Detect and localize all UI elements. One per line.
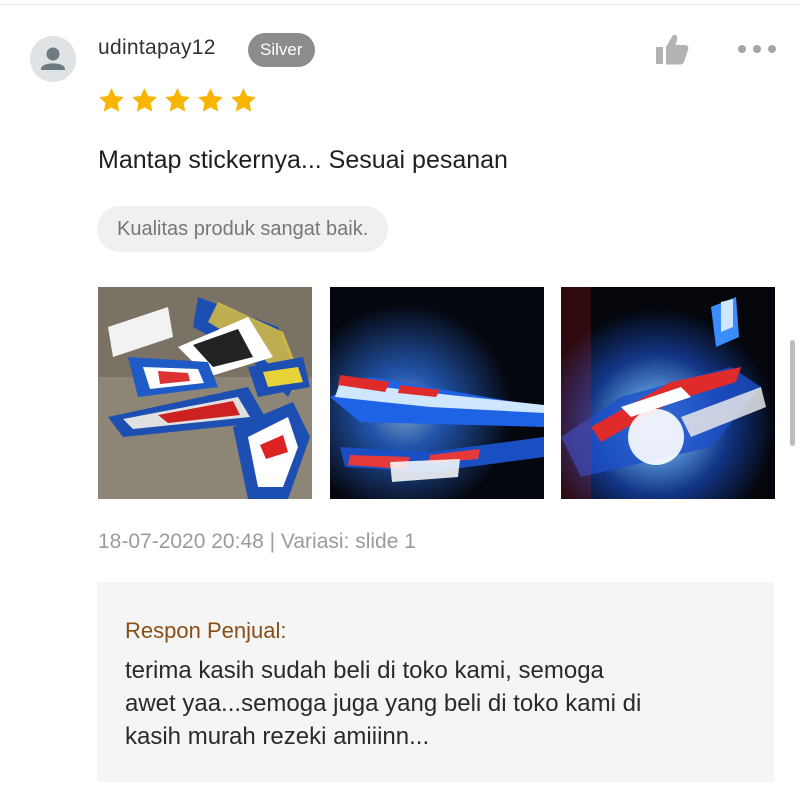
star-icon	[231, 88, 256, 112]
star-rating	[97, 86, 258, 115]
seller-response-label: Respon Penjual:	[125, 618, 287, 643]
seller-response-line: awet yaa...semoga juga yang beli di toko…	[125, 690, 642, 717]
top-divider	[0, 4, 800, 5]
star-icon	[132, 88, 157, 112]
quality-tag: Kualitas produk sangat baik.	[97, 206, 389, 252]
seller-response-line: kasih murah rezeki amiiinn...	[125, 723, 430, 750]
scrollbar[interactable]	[790, 340, 795, 446]
motorbike-lights-photo[interactable]	[330, 287, 544, 499]
star-icon	[165, 88, 190, 112]
membership-badge: Silver	[248, 33, 315, 67]
sticker-sheet-photo[interactable]	[98, 287, 312, 499]
star-icon	[99, 88, 124, 112]
star-icon	[198, 88, 223, 112]
more-options-icon[interactable]	[736, 40, 778, 58]
review-text: Mantap stickernya... Sesuai pesanan	[98, 146, 508, 174]
seller-response-text: terima kasih sudah beli di toko kami, se…	[125, 654, 755, 753]
motorbike-front-photo[interactable]	[561, 287, 775, 499]
seller-response-line: terima kasih sudah beli di toko kami, se…	[125, 657, 604, 684]
thumbs-up-icon[interactable]	[654, 32, 690, 66]
review-date-variation: 18-07-2020 20:48 | Variasi: slide 1	[98, 530, 416, 553]
seller-response-box: Respon Penjual: terima kasih sudah beli …	[97, 582, 774, 782]
reviewer-username[interactable]: udintapay12	[98, 36, 216, 60]
user-avatar-icon[interactable]	[30, 36, 76, 82]
